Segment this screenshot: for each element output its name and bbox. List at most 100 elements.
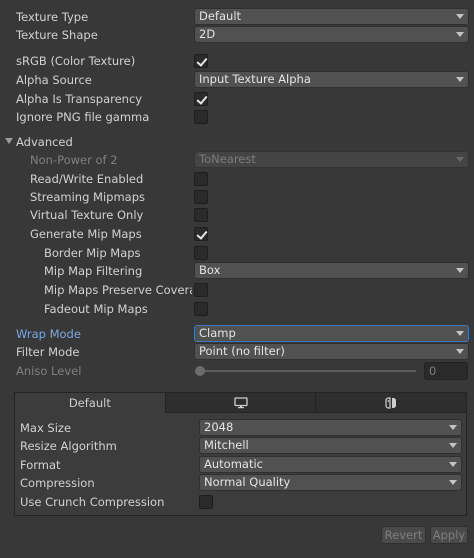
virtual-texture-only-label: Virtual Texture Only [30,208,144,222]
compression-label: Compression [20,476,95,490]
chevron-down-icon [449,480,457,485]
srgb-checkbox[interactable] [194,54,208,68]
texture-type-row: Texture Type Default [0,8,474,26]
mip-map-filtering-row: Mip Map Filtering Box [0,262,474,280]
tab-default[interactable]: Default [15,393,166,413]
monitor-icon [233,396,248,408]
alpha-source-dropdown[interactable]: Input Texture Alpha [194,71,469,88]
mip-map-filtering-label: Mip Map Filtering [44,264,143,278]
format-value: Automatic [204,457,263,471]
wrap-mode-row: Wrap Mode Clamp [0,325,474,343]
chevron-down-icon [456,349,464,354]
chevron-down-icon [456,77,464,82]
resize-algorithm-value: Mitchell [204,438,249,452]
mip-map-filtering-value: Box [199,263,221,277]
generate-mip-maps-row: Generate Mip Maps [0,225,474,243]
alpha-is-transparency-checkbox[interactable] [194,92,208,106]
border-mip-maps-label: Border Mip Maps [44,246,141,260]
streaming-mipmaps-row: Streaming Mipmaps [0,188,474,206]
use-crunch-label: Use Crunch Compression [20,495,165,509]
texture-import-inspector: Texture Type Default Texture Shape 2D sR… [0,0,474,558]
virtual-texture-only-row: Virtual Texture Only [0,206,474,224]
mip-map-filtering-dropdown[interactable]: Box [194,262,469,279]
advanced-label: Advanced [16,135,73,149]
alpha-is-transparency-label: Alpha Is Transparency [16,92,143,106]
non-power-of-2-row: Non-Power of 2 ToNearest [0,151,474,169]
non-power-of-2-value: ToNearest [199,152,256,166]
alpha-is-transparency-row: Alpha Is Transparency [0,90,474,108]
mip-maps-preserve-coverage-row: Mip Maps Preserve Coverage [0,281,474,299]
non-power-of-2-dropdown: ToNearest [194,151,469,168]
resize-algorithm-dropdown[interactable]: Mitchell [199,437,462,454]
max-size-value: 2048 [204,420,234,434]
compression-dropdown[interactable]: Normal Quality [199,474,462,491]
texture-shape-label: Texture Shape [16,28,98,42]
chevron-down-icon [456,157,464,162]
format-dropdown[interactable]: Automatic [199,456,462,473]
max-size-dropdown[interactable]: 2048 [199,419,462,436]
revert-button[interactable]: Revert [381,526,426,544]
filter-mode-row: Filter Mode Point (no filter) [0,343,474,361]
tab-switch[interactable] [316,393,467,413]
filter-mode-label: Filter Mode [16,345,80,359]
aniso-level-slider-handle [195,366,205,376]
ignore-png-gamma-row: Ignore PNG file gamma [0,108,474,126]
chevron-down-icon [456,32,464,37]
switch-icon [385,396,397,409]
streaming-mipmaps-label: Streaming Mipmaps [30,190,146,204]
apply-button[interactable]: Apply [430,526,468,544]
alpha-source-row: Alpha Source Input Texture Alpha [0,71,474,89]
use-crunch-row: Use Crunch Compression [15,493,466,511]
chevron-down-icon [449,443,457,448]
advanced-foldout[interactable]: Advanced [0,133,474,151]
texture-shape-row: Texture Shape 2D [0,26,474,44]
streaming-mipmaps-checkbox[interactable] [194,190,208,204]
alpha-source-value: Input Texture Alpha [199,72,311,86]
srgb-label: sRGB (Color Texture) [16,54,136,68]
texture-shape-dropdown[interactable]: 2D [194,26,469,43]
texture-type-value: Default [199,9,242,23]
srgb-row: sRGB (Color Texture) [0,52,474,70]
chevron-down-icon [449,462,457,467]
fadeout-mip-maps-row: Fadeout Mip Maps [0,300,474,318]
platform-tabs: Default [15,393,467,413]
aniso-level-slider-track [200,370,416,372]
resize-algorithm-row: Resize Algorithm Mitchell [15,437,466,455]
chevron-down-icon [456,268,464,273]
wrap-mode-value: Clamp [199,326,236,340]
chevron-down-icon [456,14,464,19]
generate-mip-maps-checkbox[interactable] [194,227,208,241]
wrap-mode-dropdown[interactable]: Clamp [194,325,469,342]
use-crunch-checkbox[interactable] [199,495,213,509]
read-write-checkbox[interactable] [194,172,208,186]
border-mip-maps-checkbox[interactable] [194,246,208,260]
tab-standalone[interactable] [165,393,317,413]
max-size-label: Max Size [20,421,72,435]
filter-mode-dropdown[interactable]: Point (no filter) [194,343,469,360]
aniso-level-row: Aniso Level 0 [0,362,474,380]
generate-mip-maps-label: Generate Mip Maps [30,227,142,241]
virtual-texture-only-checkbox[interactable] [194,208,208,222]
texture-type-label: Texture Type [16,10,89,24]
chevron-down-icon [449,425,457,430]
texture-shape-value: 2D [199,27,216,41]
filter-mode-value: Point (no filter) [199,344,285,358]
platform-settings-panel: Default Max Size 2048 Resize Algorithm M… [14,392,467,516]
chevron-down-icon [456,331,464,336]
format-label: Format [20,458,61,472]
ignore-png-gamma-label: Ignore PNG file gamma [16,110,150,124]
resize-algorithm-label: Resize Algorithm [20,439,117,453]
texture-type-dropdown[interactable]: Default [194,8,469,25]
compression-value: Normal Quality [204,475,291,489]
border-mip-maps-row: Border Mip Maps [0,244,474,262]
mip-maps-preserve-coverage-checkbox[interactable] [194,283,208,297]
read-write-label: Read/Write Enabled [30,172,144,186]
ignore-png-gamma-checkbox[interactable] [194,110,208,124]
fadeout-mip-maps-checkbox[interactable] [194,302,208,316]
format-row: Format Automatic [15,456,466,474]
compression-row: Compression Normal Quality [15,474,466,492]
read-write-row: Read/Write Enabled [0,170,474,188]
aniso-level-field: 0 [424,362,468,380]
mip-maps-preserve-coverage-label: Mip Maps Preserve Coverage [44,283,192,297]
fadeout-mip-maps-label: Fadeout Mip Maps [44,302,148,316]
